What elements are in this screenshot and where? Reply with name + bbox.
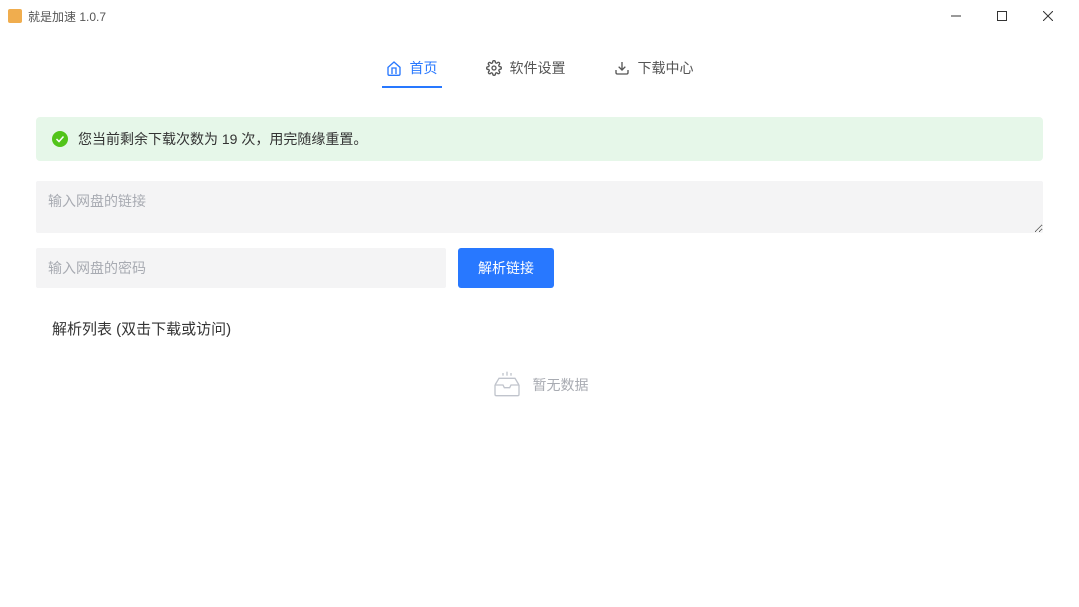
check-circle-icon (52, 131, 68, 147)
list-title: 解析列表 (双击下载或访问) (52, 318, 1043, 339)
parse-button[interactable]: 解析链接 (458, 248, 554, 288)
tab-settings[interactable]: 软件设置 (482, 50, 570, 86)
minimize-button[interactable] (933, 0, 979, 32)
link-input[interactable] (36, 181, 1043, 233)
tab-download[interactable]: 下载中心 (610, 50, 698, 86)
gear-icon (486, 60, 502, 76)
close-button[interactable] (1025, 0, 1071, 32)
empty-box-icon (491, 369, 523, 401)
empty-text: 暂无数据 (533, 375, 589, 395)
window-controls (933, 0, 1071, 32)
alert-text: 您当前剩余下载次数为 19 次，用完随缘重置。 (78, 129, 367, 149)
titlebar-left: 就是加速 1.0.7 (8, 8, 106, 25)
info-alert: 您当前剩余下载次数为 19 次，用完随缘重置。 (36, 117, 1043, 161)
content: 您当前剩余下载次数为 19 次，用完随缘重置。 解析链接 解析列表 (双击下载或… (0, 87, 1079, 401)
tabs: 首页 软件设置 下载中心 (0, 32, 1079, 87)
tab-label: 软件设置 (510, 58, 566, 78)
maximize-button[interactable] (979, 0, 1025, 32)
tab-label: 下载中心 (638, 58, 694, 78)
password-input[interactable] (36, 248, 446, 288)
titlebar: 就是加速 1.0.7 (0, 0, 1079, 32)
tab-home[interactable]: 首页 (382, 50, 442, 86)
download-icon (614, 60, 630, 76)
home-icon (386, 60, 402, 76)
app-title: 就是加速 1.0.7 (28, 8, 106, 25)
close-icon (1043, 11, 1053, 21)
app-icon (8, 9, 22, 23)
input-row: 解析链接 (36, 248, 1043, 288)
minimize-icon (951, 11, 961, 21)
maximize-icon (997, 11, 1007, 21)
empty-state: 暂无数据 (36, 369, 1043, 401)
tab-label: 首页 (410, 58, 438, 78)
